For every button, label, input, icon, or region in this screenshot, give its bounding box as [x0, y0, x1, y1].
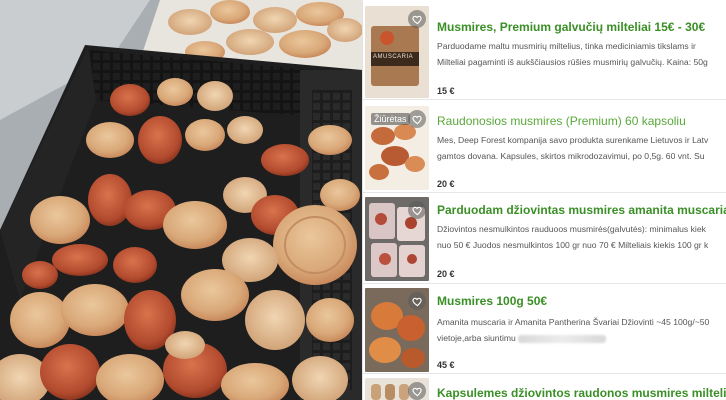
- favorite-button[interactable]: [408, 292, 426, 310]
- favorite-button[interactable]: [408, 382, 426, 400]
- listing-title[interactable]: Kapsulemes džiovintos raudonos musmires …: [437, 386, 726, 400]
- listing-thumbnail[interactable]: AMUSCARIA: [365, 6, 429, 98]
- favorite-button[interactable]: [408, 10, 426, 28]
- listing-description-line: Mes, Deep Forest kompanija savo produkta…: [437, 135, 709, 145]
- listing-thumbnail[interactable]: Žiūrėtas: [365, 106, 429, 190]
- listing-item[interactable]: Kapsulemes džiovintos raudonos musmires …: [363, 374, 726, 400]
- listing-item[interactable]: AMUSCARIA Musmires, Premium galvučių mil…: [363, 0, 726, 100]
- heart-icon: [411, 206, 422, 215]
- heart-icon: [411, 387, 422, 396]
- listing-results: AMUSCARIA Musmires, Premium galvučių mil…: [362, 0, 726, 400]
- listing-price: 20 €: [437, 179, 455, 189]
- heart-icon: [411, 297, 422, 306]
- listing-thumbnail[interactable]: [365, 288, 429, 372]
- listing-title[interactable]: Musmires 100g 50€: [437, 294, 726, 308]
- listing-title[interactable]: Parduodam džiovintas musmires amanita mu…: [437, 203, 726, 217]
- listing-thumbnail[interactable]: [365, 197, 429, 281]
- listing-description-line: Džiovintos nesmulkintos rauduoos musmirė…: [437, 224, 706, 234]
- listing-title[interactable]: Musmires, Premium galvučių milteliai 15€…: [437, 20, 726, 34]
- mushroom-crate-photo: [0, 0, 362, 400]
- listing-description-line: Parduodame maltu musmirių miltelius, tin…: [437, 41, 696, 51]
- mushroom-crate-illustration: [0, 0, 362, 400]
- listing-thumbnail[interactable]: [365, 378, 429, 400]
- listing-description-text: vietoje,arba siuntimu: [437, 333, 516, 343]
- listing-item[interactable]: Žiūrėtas Raudonosios musmires (Premium) …: [363, 100, 726, 193]
- listing-description-line: vietoje,arba siuntimu: [437, 330, 726, 346]
- listing-description-line: Milteliai pagaminti iš aukščiausios rūši…: [437, 57, 708, 67]
- heart-icon: [411, 15, 422, 24]
- listing-description-line: Amanita muscaria ir Amanita Pantherina Š…: [437, 317, 710, 327]
- favorite-button[interactable]: [408, 201, 426, 219]
- listing-title[interactable]: Raudonosios musmires (Premium) 60 kapsol…: [437, 114, 726, 128]
- heart-icon: [411, 115, 422, 124]
- listing-item[interactable]: Musmires 100g 50€ Amanita muscaria ir Am…: [363, 284, 726, 374]
- listing-description-line: nuo 50 € Juodos nesmulkintos 100 gr nuo …: [437, 240, 709, 250]
- favorite-button[interactable]: [408, 110, 426, 128]
- viewed-badge: Žiūrėtas: [371, 113, 410, 125]
- listing-price: 45 €: [437, 360, 455, 370]
- listing-price: 20 €: [437, 269, 455, 279]
- listing-item[interactable]: Parduodam džiovintas musmires amanita mu…: [363, 193, 726, 284]
- listing-description-line: gamtos dovana. Kapsules, skirtos mikrodo…: [437, 151, 705, 161]
- redacted-text: [517, 334, 606, 343]
- thumbnail-brand-text: AMUSCARIA: [373, 54, 414, 60]
- listing-price: 15 €: [437, 86, 455, 96]
